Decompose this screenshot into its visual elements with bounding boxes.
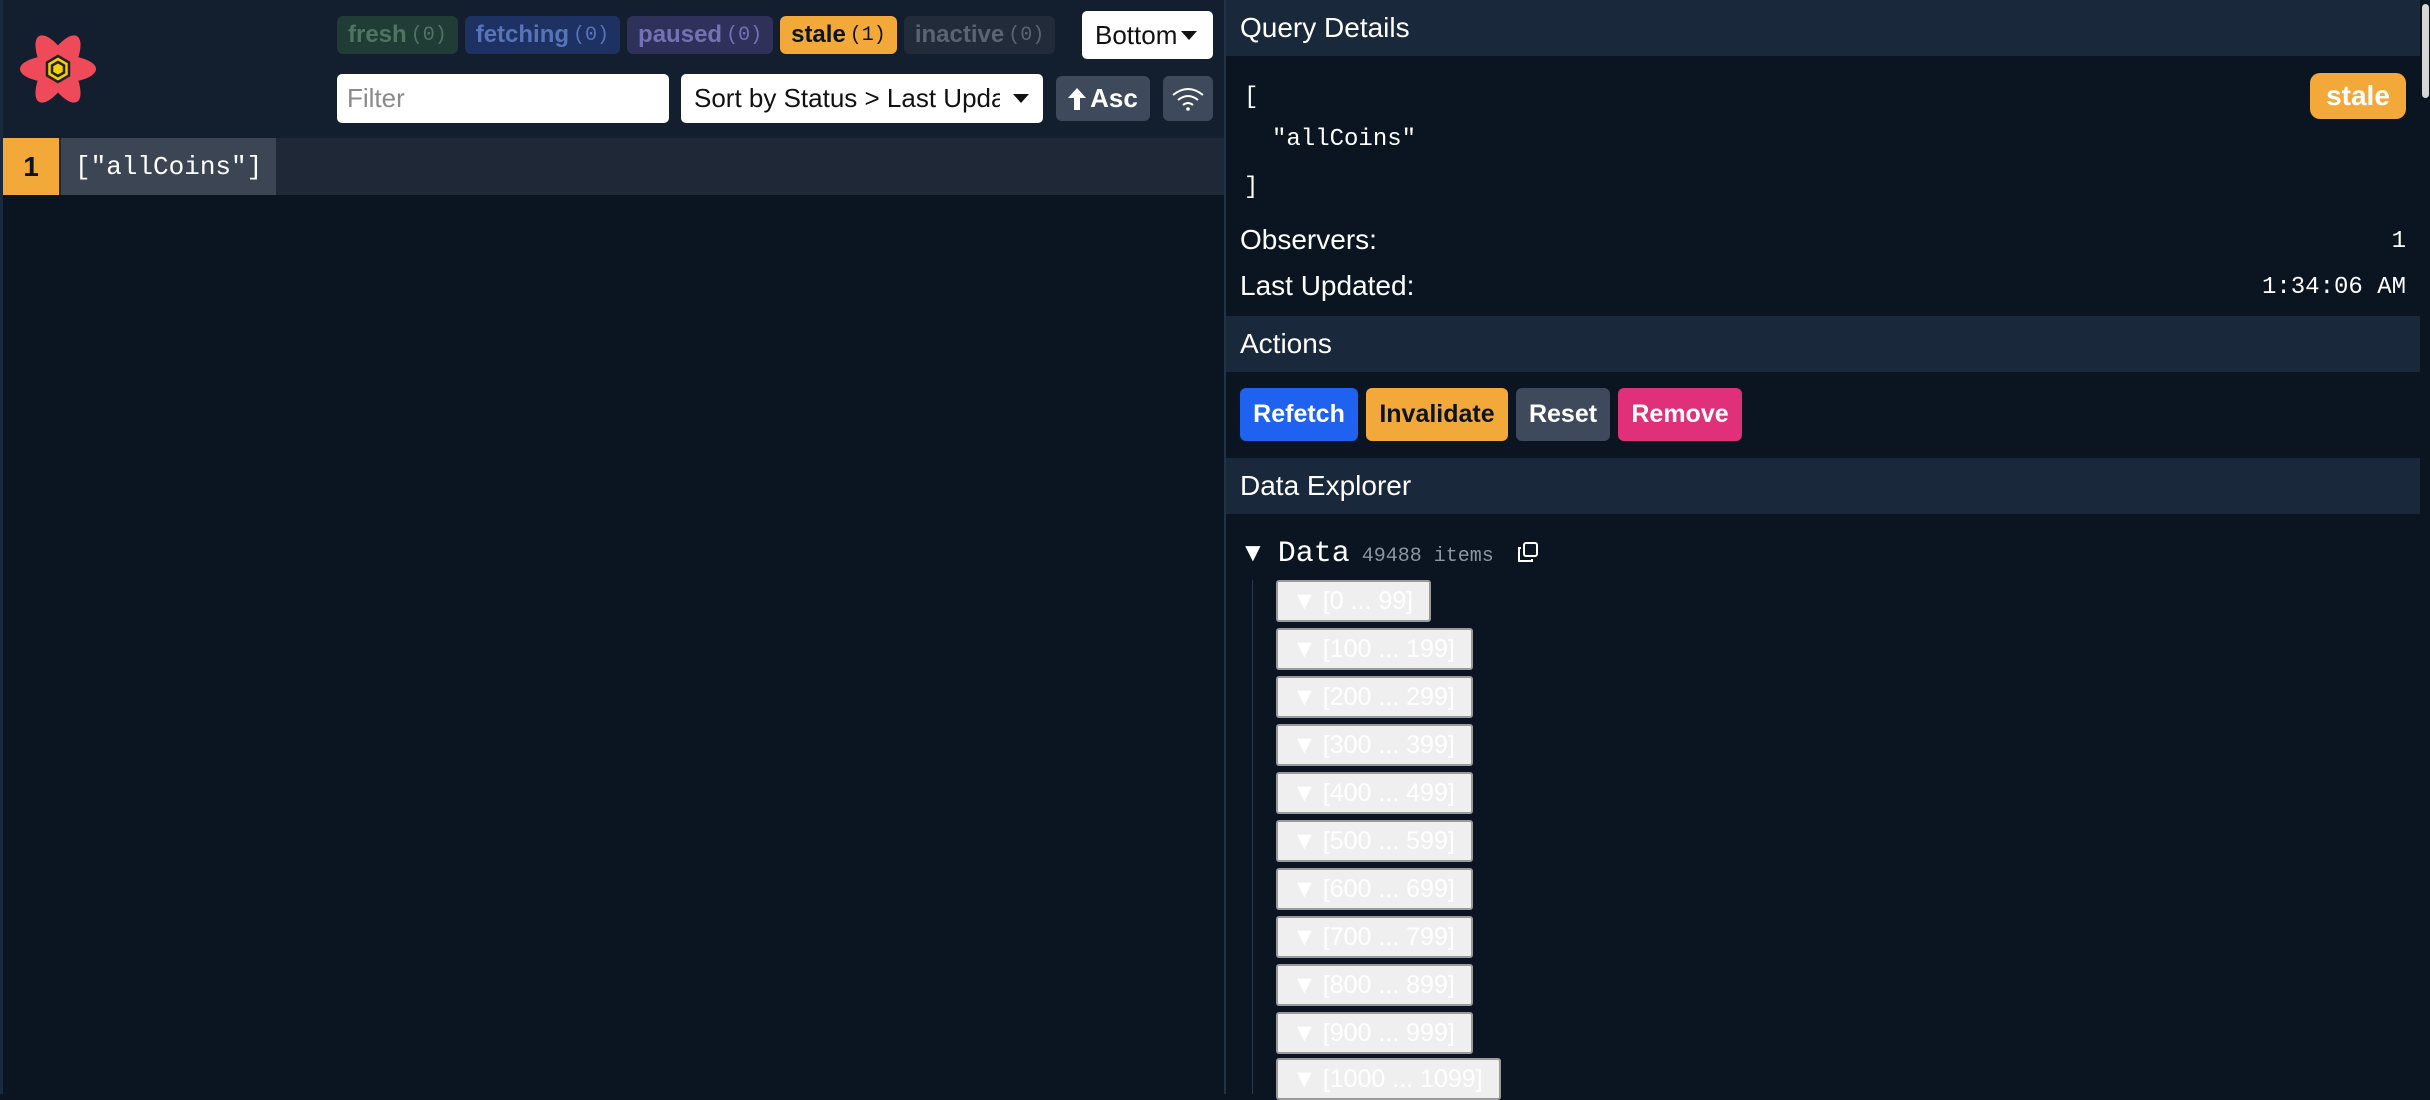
details-scrollbar[interactable] bbox=[2420, 0, 2430, 1094]
expand-triangle-icon: ▼ bbox=[1292, 970, 1317, 999]
invalidate-button[interactable]: Invalidate bbox=[1366, 388, 1508, 441]
last-updated-value: 1:34:06 AM bbox=[2261, 274, 2406, 301]
fetching-label: fetching bbox=[475, 21, 570, 48]
sort-direction-label: Asc bbox=[1090, 83, 1138, 113]
range-label: [1000 ... 1099] bbox=[1322, 1064, 1483, 1093]
refetch-button[interactable]: Refetch bbox=[1240, 388, 1358, 441]
query-observer-count: 1 bbox=[3, 138, 59, 195]
expand-triangle-icon: ▼ bbox=[1292, 634, 1317, 663]
query-details-header: Query Details bbox=[1226, 0, 2422, 56]
query-details-panel: Query Details [ "allCoins" ] stale Obser… bbox=[1224, 0, 2430, 1100]
filter-input[interactable] bbox=[337, 74, 669, 123]
inactive-badge: inactive (0) bbox=[903, 16, 1056, 54]
sort-select[interactable]: Sort by Status > Last Updated bbox=[681, 74, 1043, 123]
range-label: [0 ... 99] bbox=[1322, 586, 1414, 615]
data-root-count: 49488 items bbox=[1361, 545, 1494, 568]
expand-triangle-icon: ▼ bbox=[1292, 826, 1317, 855]
inactive-count: (0) bbox=[1008, 23, 1045, 47]
expand-triangle-icon: ▼ bbox=[1292, 586, 1317, 615]
arrow-up-icon bbox=[1068, 87, 1087, 110]
range-label: [200 ... 299] bbox=[1322, 682, 1455, 711]
range-toggle[interactable]: ▼ [400 ... 499] bbox=[1276, 772, 1473, 814]
range-toggle[interactable]: ▼ [800 ... 899] bbox=[1276, 964, 1473, 1006]
expand-triangle-icon: ▼ bbox=[1240, 537, 1266, 567]
observers-label: Observers: bbox=[1240, 224, 1377, 255]
data-root-label: Data bbox=[1277, 537, 1350, 571]
range-label: [700 ... 799] bbox=[1322, 922, 1455, 951]
range-label: [900 ... 999] bbox=[1322, 1018, 1455, 1047]
sort-direction-button[interactable]: Asc bbox=[1056, 76, 1150, 121]
scrollbar-thumb[interactable] bbox=[2422, 4, 2429, 98]
json-open-bracket: [ bbox=[1244, 84, 1259, 111]
expand-triangle-icon: ▼ bbox=[1292, 1064, 1317, 1093]
fetching-badge: fetching (0) bbox=[464, 16, 621, 54]
range-toggle[interactable]: ▼ [900 ... 999] bbox=[1276, 1012, 1473, 1054]
paused-count: (0) bbox=[726, 23, 763, 47]
query-list-panel: fresh (0) fetching (0) paused (0) stale (1) … bbox=[0, 0, 1224, 1094]
range-toggle[interactable]: ▼ [200 ... 299] bbox=[1276, 676, 1473, 718]
data-root-toggle[interactable]: ▼ Data 49488 items bbox=[1240, 537, 1494, 571]
expand-triangle-icon: ▼ bbox=[1292, 778, 1317, 807]
expand-triangle-icon: ▼ bbox=[1292, 730, 1317, 759]
range-toggle[interactable]: ▼ [700 ... 799] bbox=[1276, 916, 1473, 958]
expand-triangle-icon: ▼ bbox=[1292, 682, 1317, 711]
expand-triangle-icon: ▼ bbox=[1292, 1018, 1317, 1047]
observers-value: 1 bbox=[2391, 228, 2406, 255]
range-label: [400 ... 499] bbox=[1322, 778, 1455, 807]
wifi-icon bbox=[1172, 87, 1204, 111]
offline-toggle-button[interactable] bbox=[1163, 76, 1213, 121]
last-updated-label: Last Updated: bbox=[1240, 270, 1415, 301]
reset-button[interactable]: Reset bbox=[1516, 388, 1610, 441]
range-label: [500 ... 599] bbox=[1322, 826, 1455, 855]
fresh-label: fresh bbox=[348, 21, 407, 48]
range-toggle[interactable]: ▼ [500 ... 599] bbox=[1276, 820, 1473, 862]
status-badges: fresh (0) fetching (0) paused (0) stale (1) … bbox=[337, 16, 1056, 54]
range-toggle[interactable]: ▼ [600 ... 699] bbox=[1276, 868, 1473, 910]
expand-triangle-icon: ▼ bbox=[1292, 874, 1317, 903]
caret-down-icon bbox=[1181, 31, 1197, 40]
sort-select-value: Sort by Status > Last Updated bbox=[694, 83, 1000, 113]
range-toggle[interactable]: ▼ [100 ... 199] bbox=[1276, 628, 1473, 670]
stale-label: stale bbox=[791, 21, 846, 48]
tree-guide-line bbox=[1252, 580, 1253, 1094]
remove-button[interactable]: Remove bbox=[1618, 388, 1742, 441]
copy-icon[interactable] bbox=[1516, 540, 1540, 564]
fetching-count: (0) bbox=[573, 23, 610, 47]
stale-badge: stale (1) bbox=[780, 16, 897, 54]
inactive-label: inactive bbox=[914, 21, 1005, 48]
query-key: ["allCoins"] bbox=[61, 138, 277, 195]
stale-count: (1) bbox=[849, 23, 886, 47]
react-query-logo[interactable] bbox=[17, 28, 99, 110]
status-badge: stale bbox=[2310, 73, 2406, 119]
caret-down-icon bbox=[1013, 94, 1029, 103]
range-label: [800 ... 899] bbox=[1322, 970, 1455, 999]
range-toggle[interactable]: ▼ [300 ... 399] bbox=[1276, 724, 1473, 766]
expand-triangle-icon: ▼ bbox=[1292, 922, 1317, 951]
range-label: [300 ... 399] bbox=[1322, 730, 1455, 759]
devtools-header: fresh (0) fetching (0) paused (0) stale (1) … bbox=[3, 0, 1224, 138]
data-explorer-header: Data Explorer bbox=[1226, 458, 2422, 514]
fresh-badge: fresh (0) bbox=[337, 16, 458, 54]
position-select[interactable]: Bottom bbox=[1082, 11, 1213, 59]
paused-badge: paused (0) bbox=[627, 16, 774, 54]
query-row[interactable]: 1 ["allCoins"] bbox=[3, 138, 1224, 195]
json-query-key: "allCoins" bbox=[1272, 126, 1417, 153]
position-select-value: Bottom bbox=[1095, 19, 1178, 50]
range-toggle[interactable]: ▼ [0 ... 99] bbox=[1276, 580, 1432, 622]
fresh-count: (0) bbox=[410, 23, 447, 47]
paused-label: paused bbox=[638, 21, 723, 48]
json-close-bracket: ] bbox=[1244, 174, 1259, 201]
range-label: [600 ... 699] bbox=[1322, 874, 1455, 903]
range-label: [100 ... 199] bbox=[1322, 634, 1455, 663]
actions-header: Actions bbox=[1226, 316, 2422, 372]
